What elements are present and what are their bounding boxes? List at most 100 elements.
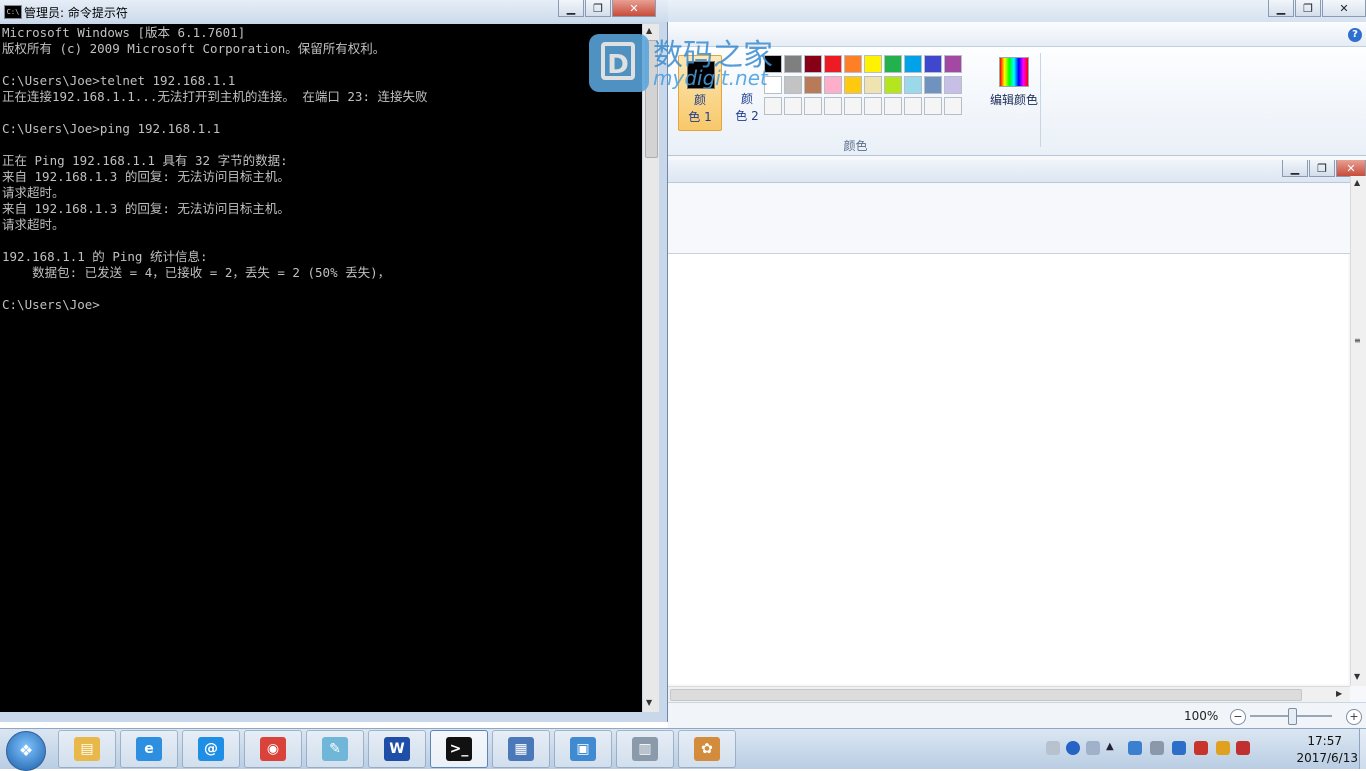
edit-colors-button[interactable]: 编辑颜色 [986, 57, 1042, 108]
console-line: 请求超时。 [2, 185, 65, 200]
palette-swatch[interactable] [884, 55, 902, 73]
color-spectrum-icon [999, 57, 1029, 87]
doc-maximize-button[interactable]: ❐ [1309, 160, 1335, 177]
paint-canvas[interactable] [668, 254, 1348, 684]
palette-swatch[interactable] [824, 76, 842, 94]
palette-swatch[interactable] [904, 97, 922, 115]
palette-swatch[interactable] [944, 76, 962, 94]
palette-swatch[interactable] [784, 76, 802, 94]
cmd-close-button[interactable]: ✕ [612, 0, 656, 17]
palette-swatch[interactable] [824, 97, 842, 115]
scroll-down-icon[interactable]: ▼ [1354, 672, 1360, 681]
palette-swatch[interactable] [784, 97, 802, 115]
watermark-logo-letter: D [601, 42, 635, 80]
cmd-title-bar[interactable]: C:\ 管理员: 命令提示符 ▁ ❐ ✕ [0, 0, 668, 22]
palette-swatch[interactable] [944, 55, 962, 73]
minimize-button[interactable]: ▁ [1268, 0, 1294, 17]
keyboard-icon[interactable] [1046, 741, 1060, 755]
color-palette [764, 55, 962, 118]
console-line: C:\Users\Joe>telnet 192.168.1.1 [2, 73, 236, 88]
taskbar-internet-explorer[interactable]: e [120, 730, 178, 768]
remote-desktop-icon: ▣ [570, 737, 596, 761]
cmd-vertical-scrollbar[interactable]: ▲ ▼ [643, 24, 659, 712]
system-tray: ▲ 17:57 2017/6/13 [1036, 729, 1366, 769]
palette-swatch[interactable] [844, 55, 862, 73]
palette-swatch[interactable] [804, 76, 822, 94]
cmd-caption-buttons: ▁ ❐ ✕ [558, 0, 656, 17]
taskbar-command-prompt[interactable]: >_ [430, 730, 488, 768]
palette-swatch[interactable] [924, 76, 942, 94]
palette-swatch[interactable] [784, 55, 802, 73]
maximize-button[interactable]: ❐ [1295, 0, 1321, 17]
horizontal-scroll-thumb[interactable] [670, 689, 1302, 701]
windows-logo-icon: ❖ [18, 741, 34, 760]
paint-status-bar: 100% − + [668, 702, 1366, 729]
palette-swatch[interactable] [844, 76, 862, 94]
taskbar-network-tool[interactable]: ▦ [492, 730, 550, 768]
volume-icon[interactable] [1150, 741, 1164, 755]
palette-swatch[interactable] [864, 76, 882, 94]
taskbar-remote-desktop[interactable]: ▣ [554, 730, 612, 768]
zoom-out-button[interactable]: − [1230, 709, 1246, 725]
palette-swatch[interactable] [864, 55, 882, 73]
palette-swatch[interactable] [764, 97, 782, 115]
clock-date[interactable]: 2017/6/13 [1296, 751, 1358, 765]
close-button[interactable]: ✕ [1322, 0, 1366, 17]
console-line: C:\Users\Joe> [2, 297, 100, 312]
network-error-icon[interactable] [1194, 741, 1208, 755]
clock-time[interactable]: 17:57 [1307, 734, 1342, 748]
palette-swatch[interactable] [924, 55, 942, 73]
palette-swatch[interactable] [924, 97, 942, 115]
zoom-in-button[interactable]: + [1346, 709, 1362, 725]
console-output[interactable]: Microsoft Windows [版本 6.1.7601] 版权所有 (c) … [0, 24, 642, 712]
security-shield-icon[interactable] [1172, 741, 1186, 755]
zoom-level: 100% [1184, 709, 1219, 723]
show-desktop-button[interactable] [1359, 729, 1366, 769]
edit-colors-label: 编辑颜色 [989, 93, 1038, 107]
scroll-grip-icon: ≡ [1354, 336, 1361, 345]
cmd-minimize-button[interactable]: ▁ [558, 0, 584, 17]
taskbar-paint[interactable]: ✿ [678, 730, 736, 768]
cmd-window: C:\ 管理员: 命令提示符 ▁ ❐ ✕ Microsoft Windows [… [0, 0, 668, 722]
cmd-scroll-down-icon[interactable]: ▼ [646, 698, 652, 707]
palette-swatch[interactable] [824, 55, 842, 73]
taskbar-installer[interactable]: ▥ [616, 730, 674, 768]
palette-swatch[interactable] [804, 97, 822, 115]
horizontal-scrollbar[interactable]: ▶ [668, 686, 1350, 702]
palette-swatch[interactable] [864, 97, 882, 115]
taskbar-baidu-app[interactable]: @ [182, 730, 240, 768]
power-icon[interactable] [1236, 741, 1250, 755]
tray-settings-icon[interactable] [1086, 741, 1100, 755]
taskbar: ❖ ▤ e @ ◉ ✎ W >_ ▦ ▣ ▥ ✿ ▲ 17:57 2017/6/13 [0, 728, 1366, 771]
taskbar-file-explorer[interactable]: ▤ [58, 730, 116, 768]
palette-swatch[interactable] [884, 76, 902, 94]
scroll-up-icon[interactable]: ▲ [1354, 178, 1360, 187]
scroll-right-icon[interactable]: ▶ [1336, 689, 1342, 698]
console-line: 正在 Ping 192.168.1.1 具有 32 字节的数据: [2, 153, 288, 168]
taskbar-notepad[interactable]: ✎ [306, 730, 364, 768]
paint-doc-ribbon [668, 183, 1366, 254]
cmd-title: 管理员: 命令提示符 [24, 6, 128, 20]
palette-swatch[interactable] [904, 55, 922, 73]
palette-swatch[interactable] [804, 55, 822, 73]
taskbar-chrome[interactable]: ◉ [244, 730, 302, 768]
help-tray-icon[interactable] [1066, 741, 1080, 755]
palette-row [764, 76, 962, 94]
palette-swatch[interactable] [844, 97, 862, 115]
show-hidden-icons-icon[interactable]: ▲ [1106, 741, 1120, 755]
action-center-icon[interactable] [1216, 741, 1230, 755]
palette-swatch[interactable] [884, 97, 902, 115]
zoom-slider-thumb[interactable] [1288, 708, 1297, 725]
palette-swatch[interactable] [904, 76, 922, 94]
paint-window: ▁ ❐ ✕ ? 颜 色 1 颜 色 2 编辑颜色 颜色 ▁ ❐ ✕ ▲ ≡ ▼ … [668, 0, 1366, 729]
cmd-maximize-button[interactable]: ❐ [585, 0, 611, 17]
doc-minimize-button[interactable]: ▁ [1282, 160, 1308, 177]
palette-swatch[interactable] [944, 97, 962, 115]
help-icon[interactable]: ? [1348, 28, 1362, 42]
vertical-scrollbar[interactable]: ▲ ≡ ▼ [1350, 176, 1366, 686]
bluetooth-icon[interactable] [1128, 741, 1142, 755]
doc-close-button[interactable]: ✕ [1336, 160, 1366, 177]
taskbar-word[interactable]: W [368, 730, 426, 768]
start-button[interactable]: ❖ [6, 731, 46, 771]
watermark-en-text: mydigit.net [653, 66, 768, 90]
